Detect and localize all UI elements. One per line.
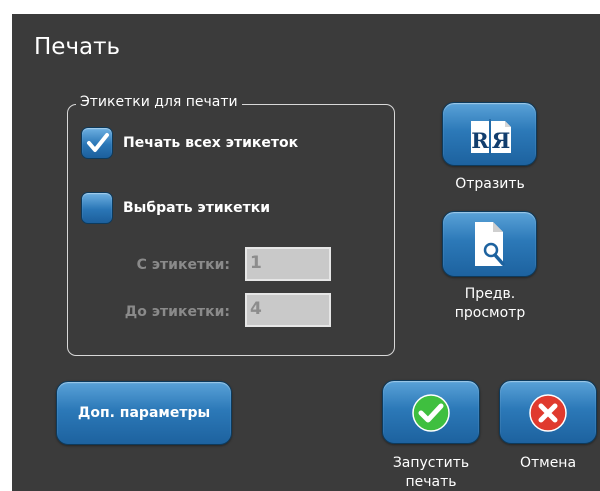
start-print-button[interactable] <box>382 380 480 444</box>
checkmark-icon <box>87 133 109 152</box>
to-input[interactable]: 4 <box>245 293 331 327</box>
cancel-label: Отмена <box>519 455 577 471</box>
start-print-label-line1: Запустить <box>392 455 470 471</box>
cancel-button[interactable] <box>499 380 597 444</box>
mirror-button[interactable]: R Я <box>442 102 537 166</box>
preview-icon <box>475 222 505 266</box>
from-label: С этикетки: <box>136 257 230 273</box>
preview-label-line1: Предв. <box>464 286 516 302</box>
print-all-label[interactable]: Печать всех этикеток <box>123 135 298 151</box>
select-labels-checkbox[interactable] <box>81 192 113 224</box>
preview-label-line2: просмотр <box>454 305 526 321</box>
more-options-label: Доп. параметры <box>77 405 211 421</box>
svg-text:Я: Я <box>492 128 511 153</box>
check-circle-icon <box>412 394 450 432</box>
preview-button[interactable] <box>442 211 537 277</box>
dialog-title: Печать <box>34 34 121 60</box>
print-all-checkbox[interactable] <box>81 127 113 159</box>
labels-group-legend: Этикетки для печати <box>76 94 242 110</box>
close-circle-icon <box>529 394 567 432</box>
mirror-label: Отразить <box>455 176 525 192</box>
print-dialog: Печать Этикетки для печати Печать всех э… <box>12 14 600 491</box>
svg-text:R: R <box>471 128 489 153</box>
to-label: До этикетки: <box>124 304 230 320</box>
more-options-button[interactable]: Доп. параметры <box>56 381 232 445</box>
select-labels-label[interactable]: Выбрать этикетки <box>123 200 270 216</box>
mirror-icon: R Я <box>471 119 511 155</box>
start-print-label-line2: печать <box>405 474 457 490</box>
from-input[interactable]: 1 <box>245 247 331 281</box>
